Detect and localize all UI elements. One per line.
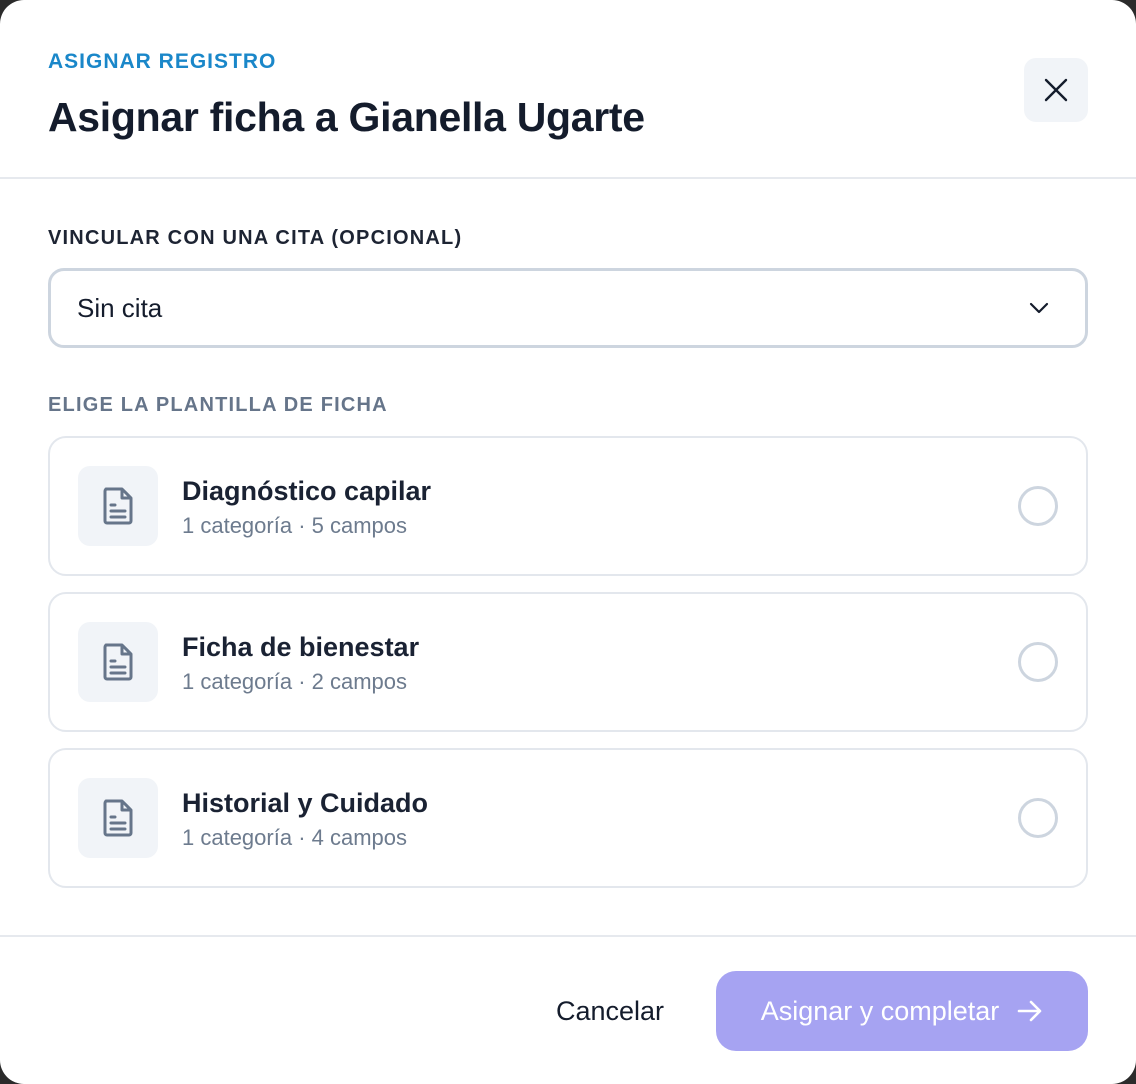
arrow-right-icon xyxy=(1017,1000,1042,1022)
template-radio[interactable] xyxy=(1018,798,1058,838)
cancel-label: Cancelar xyxy=(555,995,665,1026)
close-icon xyxy=(1044,78,1068,102)
template-card-diagnostico-capilar[interactable]: Diagnóstico capilar 1 categoría · 5 camp… xyxy=(48,436,1088,576)
template-title: Diagnóstico capilar xyxy=(182,476,432,506)
document-icon xyxy=(103,487,133,525)
document-icon xyxy=(103,799,133,837)
template-icon-box xyxy=(78,778,158,858)
template-icon-box xyxy=(78,466,158,546)
modal-eyebrow: ASIGNAR REGISTRO xyxy=(48,50,277,73)
modal-header: ASIGNAR REGISTRO Asignar ficha a Gianell… xyxy=(0,0,1136,179)
assign-and-complete-button[interactable]: Asignar y completar xyxy=(716,971,1088,1051)
appointment-select[interactable]: Sin cita xyxy=(48,268,1088,348)
close-button[interactable] xyxy=(1024,58,1088,122)
template-card-historial-y-cuidado[interactable]: Historial y Cuidado 1 categoría · 4 camp… xyxy=(48,748,1088,888)
document-icon xyxy=(103,643,133,681)
modal-title: Asignar ficha a Gianella Ugarte xyxy=(48,94,645,140)
chevron-down-icon xyxy=(1029,302,1049,314)
template-meta: 1 categoría · 2 campos xyxy=(182,669,408,694)
assign-and-complete-label: Asignar y completar xyxy=(760,995,1000,1026)
template-label: ELIGE LA PLANTILLA DE FICHA xyxy=(48,394,388,416)
template-title: Historial y Cuidado xyxy=(182,788,429,818)
template-radio[interactable] xyxy=(1018,486,1058,526)
modal-footer: Cancelar Asignar y completar xyxy=(0,935,1136,1084)
appointment-label: VINCULAR CON UNA CITA (OPCIONAL) xyxy=(48,227,463,249)
appointment-select-value: Sin cita xyxy=(77,292,163,323)
template-icon-box xyxy=(78,622,158,702)
cancel-button[interactable]: Cancelar xyxy=(536,971,684,1051)
template-meta: 1 categoría · 4 campos xyxy=(182,825,408,850)
template-card-ficha-de-bienestar[interactable]: Ficha de bienestar 1 categoría · 2 campo… xyxy=(48,592,1088,732)
template-title: Ficha de bienestar xyxy=(182,632,420,662)
assign-record-modal: ASIGNAR REGISTRO Asignar ficha a Gianell… xyxy=(0,0,1136,1084)
template-radio[interactable] xyxy=(1018,642,1058,682)
template-meta: 1 categoría · 5 campos xyxy=(182,513,408,538)
